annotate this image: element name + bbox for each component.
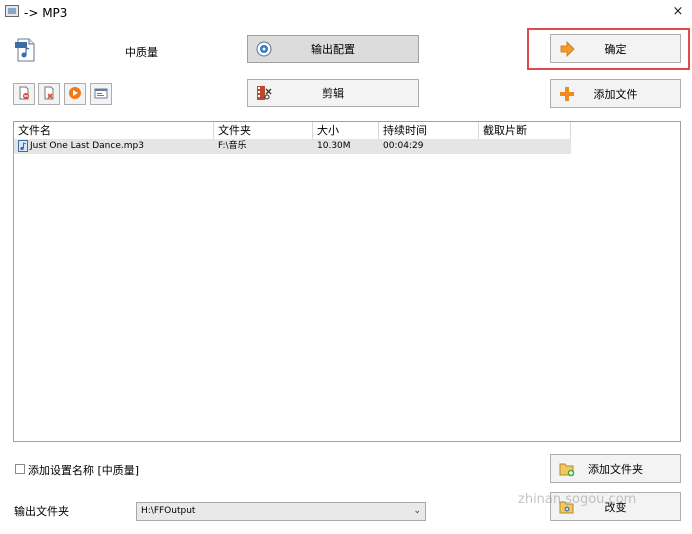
app-icon — [5, 5, 19, 17]
cell-clip — [479, 139, 571, 154]
remove-file-icon — [17, 86, 31, 103]
remove-file-button[interactable] — [13, 83, 35, 105]
window-title: -> MP3 — [24, 6, 68, 20]
film-cut-icon — [256, 85, 272, 101]
add-setting-name-label: 添加设置名称 [中质量] — [28, 464, 140, 477]
column-header-folder[interactable]: 文件夹 — [214, 122, 313, 139]
output-folder-value: H:\FFOutput — [141, 506, 196, 516]
play-icon — [68, 86, 82, 103]
quality-label: 中质量 — [125, 46, 158, 59]
info-button[interactable] — [90, 83, 112, 105]
add-file-label: 添加文件 — [593, 87, 638, 101]
output-folder-select[interactable]: H:\FFOutput ⌄ — [136, 502, 426, 521]
add-file-button[interactable]: 添加文件 — [550, 79, 681, 108]
edit-button[interactable]: 剪辑 — [247, 79, 419, 107]
cell-duration: 00:04:29 — [383, 141, 424, 151]
watermark: zhinan.sogou.com — [518, 492, 637, 507]
chevron-down-icon: ⌄ — [413, 506, 421, 516]
column-header-duration[interactable]: 持续时间 — [379, 122, 479, 139]
add-setting-name-checkbox[interactable] — [15, 464, 25, 474]
cell-filename: Just One Last Dance.mp3 — [30, 141, 144, 151]
add-folder-label: 添加文件夹 — [588, 462, 643, 476]
output-config-button[interactable]: 输出配置 — [247, 35, 419, 63]
output-config-label: 输出配置 — [311, 43, 355, 56]
clear-list-icon — [42, 86, 56, 103]
cell-size: 10.30M — [317, 141, 351, 151]
column-header-clip[interactable]: 截取片断 — [479, 122, 571, 139]
clear-list-button[interactable] — [38, 83, 60, 105]
ok-button[interactable]: 确定 — [550, 34, 681, 63]
info-icon — [94, 86, 108, 103]
title-bar: -> MP3 × — [0, 0, 692, 26]
cell-folder: F:\音乐 — [218, 141, 247, 151]
mp3-file-icon — [14, 38, 36, 62]
edit-label: 剪辑 — [322, 87, 344, 100]
column-header-filename[interactable]: 文件名 — [14, 122, 214, 139]
column-header-size[interactable]: 大小 — [313, 122, 379, 139]
play-button[interactable] — [64, 83, 86, 105]
file-list[interactable]: 文件名 文件夹 大小 持续时间 截取片断 Just One Last Dance… — [13, 121, 681, 442]
close-button[interactable]: × — [670, 4, 686, 20]
arrow-right-icon — [559, 40, 575, 57]
add-folder-icon — [559, 461, 575, 477]
add-folder-button[interactable]: 添加文件夹 — [550, 454, 681, 483]
plus-icon — [559, 86, 575, 102]
table-row[interactable]: Just One Last Dance.mp3 F:\音乐 10.30M 00:… — [14, 139, 571, 154]
output-folder-label: 输出文件夹 — [14, 505, 69, 518]
ok-label: 确定 — [604, 42, 627, 56]
settings-disc-icon — [256, 41, 272, 57]
